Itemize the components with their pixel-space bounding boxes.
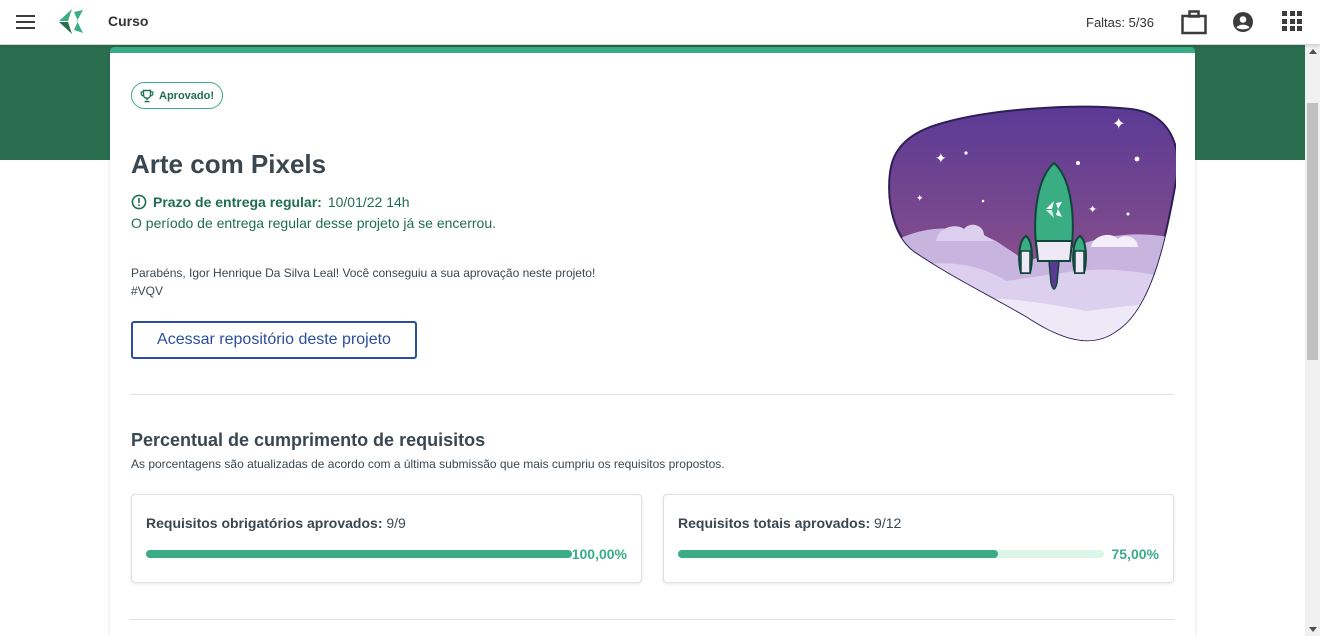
- alert-circle-icon: [131, 194, 147, 210]
- requirements-section-subtitle: As porcentagens são atualizadas de acord…: [131, 457, 725, 471]
- svg-text:✦: ✦: [1088, 203, 1097, 216]
- page-scrollbar[interactable]: [1305, 45, 1320, 636]
- section-divider: [130, 394, 1174, 395]
- svg-text:✦: ✦: [1112, 114, 1125, 133]
- total-requirements-title: Requisitos totais aprovados:: [678, 515, 871, 531]
- requirements-section-title: Percentual de cumprimento de requisitos: [131, 430, 486, 450]
- top-bar: Curso Faltas: 5/36: [0, 0, 1320, 45]
- section-divider-bottom: [130, 619, 1174, 620]
- deadline-info: Prazo de entrega regular: 10/01/22 14h: [131, 194, 410, 210]
- deadline-value: 10/01/22 14h: [327, 194, 410, 210]
- mandatory-requirements-count: 9/9: [386, 515, 406, 531]
- scroll-up-arrow-icon[interactable]: [1309, 49, 1317, 54]
- approved-badge-label: Aprovado!: [159, 89, 214, 102]
- scrollbar-thumb[interactable]: [1307, 103, 1318, 360]
- total-requirements-count: 9/12: [874, 515, 902, 531]
- course-title: Curso: [108, 13, 149, 29]
- absences-counter: Faltas: 5/36: [1086, 15, 1154, 30]
- account-icon[interactable]: [1232, 11, 1254, 33]
- rocket-illustration: ✦ ✦ ✦ ✦: [888, 105, 1176, 342]
- logo[interactable]: [58, 8, 84, 35]
- menu-icon[interactable]: [16, 12, 37, 32]
- svg-text:✦: ✦: [935, 151, 947, 167]
- total-progress-percent: 75,00%: [1111, 546, 1159, 562]
- svg-text:✦: ✦: [916, 194, 924, 204]
- mandatory-progress-fill: [146, 550, 572, 558]
- congrats-text: Parabéns, Igor Henrique Da Silva Leal! V…: [131, 266, 596, 280]
- congrats-hashtag: #VQV: [131, 284, 164, 298]
- scroll-down-arrow-icon[interactable]: [1309, 627, 1317, 632]
- total-progress-bar: [678, 550, 1104, 558]
- trophy-icon: [140, 89, 154, 102]
- total-requirements-card: Requisitos totais aprovados: 9/12 75,00%: [663, 494, 1174, 583]
- deadline-label: Prazo de entrega regular:: [153, 194, 322, 210]
- approved-badge: Aprovado!: [131, 82, 223, 109]
- project-title: Arte com Pixels: [131, 149, 327, 179]
- access-repository-button[interactable]: Acessar repositório deste projeto: [131, 321, 417, 359]
- mandatory-requirements-card: Requisitos obrigatórios aprovados: 9/9 1…: [131, 494, 642, 583]
- project-card: Aprovado! Arte com Pixels Prazo de entre…: [110, 47, 1195, 636]
- apps-grid-icon[interactable]: [1282, 11, 1302, 31]
- briefcase-icon[interactable]: [1181, 9, 1207, 35]
- mandatory-requirements-title: Requisitos obrigatórios aprovados:: [146, 515, 383, 531]
- mandatory-requirements-label: Requisitos obrigatórios aprovados: 9/9: [146, 515, 406, 531]
- mandatory-progress-bar: [146, 550, 572, 558]
- total-progress-fill: [678, 550, 998, 558]
- total-requirements-label: Requisitos totais aprovados: 9/12: [678, 515, 901, 531]
- deadline-message: O período de entrega regular desse proje…: [131, 215, 497, 231]
- congrats-message: Parabéns, Igor Henrique Da Silva Leal! V…: [131, 264, 595, 300]
- mandatory-progress-percent: 100,00%: [571, 546, 627, 562]
